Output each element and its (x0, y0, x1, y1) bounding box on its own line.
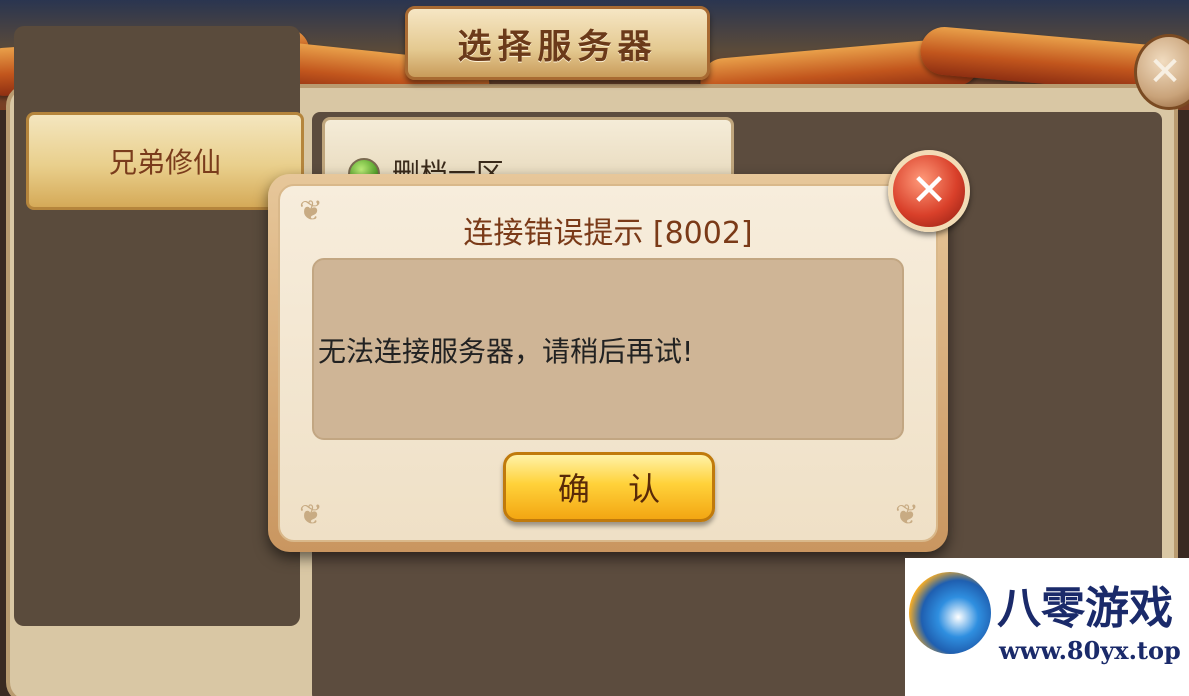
confirm-button[interactable]: 确 认 (503, 452, 715, 522)
confirm-button-label: 确 认 (557, 470, 675, 508)
dialog-title: 连接错误提示 [8002] (463, 216, 753, 251)
corner-ornament-icon: ❦ (895, 498, 919, 531)
close-icon: ✕ (910, 165, 948, 216)
watermark-title: 八零游戏 (997, 583, 1173, 634)
watermark-url: www.80yx.top (999, 636, 1181, 665)
dialog-close-button[interactable]: ✕ (888, 150, 970, 232)
window-title-banner: 选择服务器 (405, 6, 710, 80)
corner-ornament-icon: ❦ (299, 498, 323, 531)
sidebar-item-xiongdi-xiuxian[interactable]: 兄弟修仙 (26, 112, 304, 210)
dialog-message: 无法连接服务器，请稍后再试! (318, 335, 694, 368)
close-icon: ✕ (1148, 49, 1182, 95)
watermark-badge: 八零游戏 www.80yx.top (905, 558, 1189, 696)
sidebar-item-label: 兄弟修仙 (108, 146, 221, 179)
window-title: 选择服务器 (457, 26, 658, 67)
watermark-logo-icon (909, 572, 991, 654)
